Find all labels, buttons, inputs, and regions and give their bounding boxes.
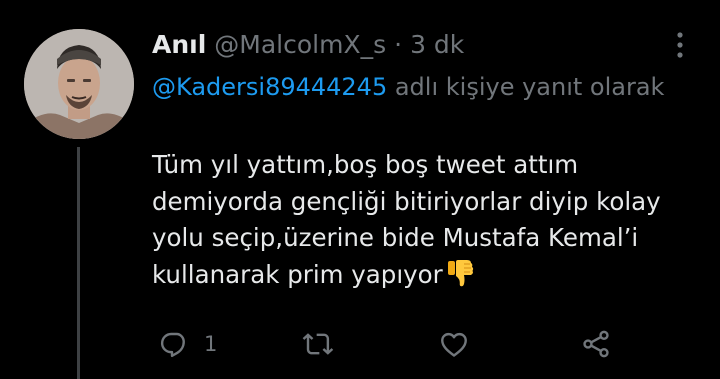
reply-count: 1 bbox=[204, 332, 218, 356]
timestamp[interactable]: 3 dk bbox=[410, 30, 464, 59]
retweet-icon bbox=[302, 333, 334, 355]
share-button[interactable] bbox=[580, 328, 612, 360]
share-icon bbox=[583, 330, 609, 358]
reply-mention-link[interactable]: @Kadersi89444245 bbox=[152, 73, 387, 101]
replying-to: @Kadersi89444245 adlı kişiye yanıt olara… bbox=[152, 69, 672, 105]
more-options-button[interactable] bbox=[670, 30, 690, 60]
tweet[interactable]: Anıl @MalcolmX_s · 3 dk @Kadersi89444245… bbox=[0, 0, 720, 379]
comment-icon bbox=[160, 332, 185, 358]
tweet-actions: 1 bbox=[0, 322, 720, 366]
like-button[interactable] bbox=[438, 328, 470, 360]
reply-suffix: adlı kişiye yanıt olarak bbox=[387, 73, 665, 101]
tweet-content: Tüm yıl yattım,boş boş tweet attım demiy… bbox=[152, 147, 697, 298]
display-name[interactable]: Anıl bbox=[152, 30, 206, 59]
retweet-button[interactable] bbox=[301, 328, 335, 360]
heart-icon bbox=[441, 332, 467, 357]
thumbs-down-icon bbox=[447, 258, 475, 299]
separator-dot: · bbox=[394, 29, 403, 59]
more-vertical-icon bbox=[677, 32, 683, 58]
user-handle[interactable]: @MalcolmX_s bbox=[214, 30, 386, 59]
reply-button[interactable]: 1 bbox=[158, 328, 217, 360]
tweet-header: Anıl @MalcolmX_s · 3 dk bbox=[152, 26, 464, 62]
avatar[interactable] bbox=[24, 29, 134, 139]
tweet-text: Tüm yıl yattım,boş boş tweet attım demiy… bbox=[152, 150, 661, 289]
